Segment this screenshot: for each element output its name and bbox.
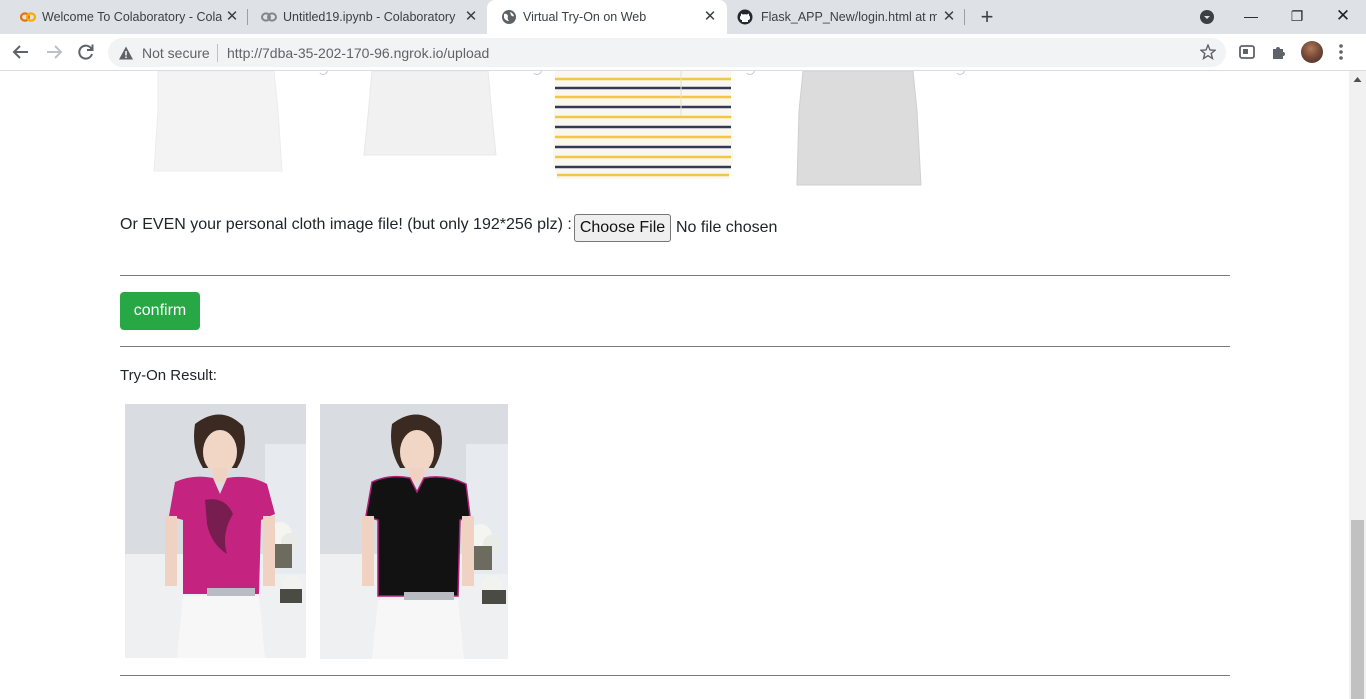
upload-label: Or EVEN your personal cloth image file! … xyxy=(120,216,572,233)
cloth-option-striped-shirt[interactable] xyxy=(551,71,755,181)
tab-title: Virtual Try-On on Web xyxy=(523,10,647,24)
globe-icon xyxy=(502,10,516,24)
divider xyxy=(120,275,1230,276)
tab-github[interactable]: Flask_APP_New/login.html at ma ✕ xyxy=(727,0,963,34)
colab-icon xyxy=(261,12,277,22)
bookmark-star-icon[interactable] xyxy=(1200,44,1216,60)
scrollbar-thumb[interactable] xyxy=(1351,520,1364,699)
close-icon[interactable]: ✕ xyxy=(463,9,479,25)
close-icon[interactable]: ✕ xyxy=(941,9,957,25)
browser-toolbar: Not secure http://7dba-35-202-170-96.ngr… xyxy=(0,34,1366,71)
person-magenta-shirt-image xyxy=(125,404,306,658)
page-viewport: Or EVEN your personal cloth image file! … xyxy=(0,71,1349,699)
cloth-option-grey-tank[interactable] xyxy=(795,71,965,187)
tab-colab-untitled[interactable]: Untitled19.ipynb - Colaboratory ✕ xyxy=(247,0,487,34)
security-status: Not secure xyxy=(142,45,210,61)
warning-icon[interactable] xyxy=(118,45,134,61)
cloth-radio[interactable] xyxy=(318,71,328,75)
address-bar[interactable]: Not secure http://7dba-35-202-170-96.ngr… xyxy=(108,38,1226,67)
cloth-radio[interactable] xyxy=(745,71,755,75)
file-status-text: No file chosen xyxy=(676,219,778,236)
confirm-button[interactable]: confirm xyxy=(120,292,200,330)
tab-search-icon[interactable] xyxy=(1199,9,1215,25)
grey-tank-top-image xyxy=(796,71,922,186)
profile-avatar[interactable] xyxy=(1301,41,1323,63)
omnibox-divider xyxy=(217,44,218,62)
url-text[interactable]: http://7dba-35-202-170-96.ngrok.io/uploa… xyxy=(227,45,489,61)
forward-arrow-icon[interactable] xyxy=(44,42,64,62)
scroll-up-arrow-icon[interactable] xyxy=(1353,75,1362,84)
divider xyxy=(120,346,1230,347)
close-icon[interactable]: ✕ xyxy=(224,9,240,25)
striped-shirt-image xyxy=(553,71,733,179)
extensions-puzzle-icon[interactable] xyxy=(1270,43,1288,61)
reload-icon[interactable] xyxy=(76,42,96,62)
window-close-button[interactable]: ✕ xyxy=(1331,5,1355,27)
extension-cast-icon[interactable] xyxy=(1238,43,1256,61)
cloth-option-white-top[interactable] xyxy=(362,71,542,157)
white-tank-top-image xyxy=(153,71,283,172)
tab-title: Welcome To Colaboratory - Colab xyxy=(42,10,222,24)
close-icon[interactable]: ✕ xyxy=(702,9,718,25)
cloth-radio[interactable] xyxy=(955,71,965,75)
cloth-option-white-tank[interactable] xyxy=(150,71,328,173)
new-tab-button[interactable]: + xyxy=(977,6,997,28)
result-image-try-on xyxy=(320,404,508,659)
colab-icon xyxy=(20,12,36,22)
try-on-result-label: Try-On Result: xyxy=(120,367,217,384)
cloth-radio[interactable] xyxy=(532,71,542,75)
result-image-original xyxy=(125,404,306,658)
github-icon xyxy=(737,9,753,25)
white-top-image xyxy=(363,71,497,156)
restore-button[interactable]: ❐ xyxy=(1285,5,1309,27)
tab-title: Flask_APP_New/login.html at ma xyxy=(761,10,937,24)
tab-separator xyxy=(964,9,965,25)
tab-title: Untitled19.ipynb - Colaboratory xyxy=(283,10,456,24)
choose-file-button[interactable]: Choose File xyxy=(574,214,671,242)
tab-strip: Welcome To Colaboratory - Colab ✕ Untitl… xyxy=(0,0,1366,34)
menu-kebab-icon[interactable] xyxy=(1337,42,1345,62)
person-black-shirt-image xyxy=(320,404,508,659)
minimize-button[interactable]: — xyxy=(1239,5,1263,27)
divider xyxy=(120,675,1230,676)
page-scrollbar[interactable] xyxy=(1349,71,1366,699)
back-arrow-icon[interactable] xyxy=(11,42,31,62)
tab-colab-welcome[interactable]: Welcome To Colaboratory - Colab ✕ xyxy=(6,0,246,34)
tab-virtual-try-on[interactable]: Virtual Try-On on Web ✕ xyxy=(487,0,727,34)
